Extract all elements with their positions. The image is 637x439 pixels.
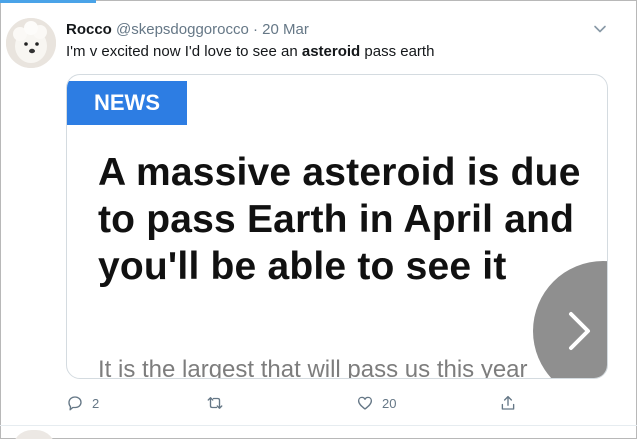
like-action[interactable]: 20 (356, 393, 396, 413)
author-handle[interactable]: @skepsdoggorocco (116, 21, 249, 38)
tweet-divider (0, 425, 637, 426)
retweet-icon (207, 397, 223, 409)
media-card[interactable]: NEWS A massive asteroid is due to pass E… (66, 74, 608, 379)
chevron-right-icon (569, 312, 590, 350)
like-icon (357, 396, 373, 410)
reply-action[interactable]: 2 (66, 393, 99, 413)
tweet-text-before: I'm v excited now I'd love to see an (66, 43, 302, 60)
like-count: 20 (382, 395, 397, 411)
tweet-text-bold: asteroid (301, 43, 361, 60)
avatar-dog-icon (6, 18, 56, 68)
top-accent-bar (0, 0, 96, 3)
tweet-actions: 2 20 (66, 393, 526, 413)
meta-separator: · (253, 21, 258, 38)
reply-count: 2 (92, 395, 100, 411)
reply-icon (68, 396, 82, 411)
chevron-down-icon[interactable] (593, 22, 607, 36)
share-icon (501, 395, 515, 410)
retweet-action[interactable] (206, 393, 232, 413)
card-headline: A massive asteroid is due to pass Earth … (98, 151, 581, 288)
tweet-header: Rocco @skepsdoggorocco · 20 Mar (66, 20, 309, 40)
card-subline: It is the largest that will pass us this… (98, 356, 528, 379)
share-action[interactable] (499, 393, 517, 413)
tweet-date[interactable]: 20 Mar (262, 21, 309, 38)
tweet-text: I'm v excited now I'd love to see an ast… (66, 42, 434, 62)
avatar[interactable] (6, 18, 56, 68)
news-badge: NEWS (67, 81, 187, 125)
tweet-text-after: pass earth (360, 43, 435, 60)
author-name[interactable]: Rocco (66, 21, 112, 38)
